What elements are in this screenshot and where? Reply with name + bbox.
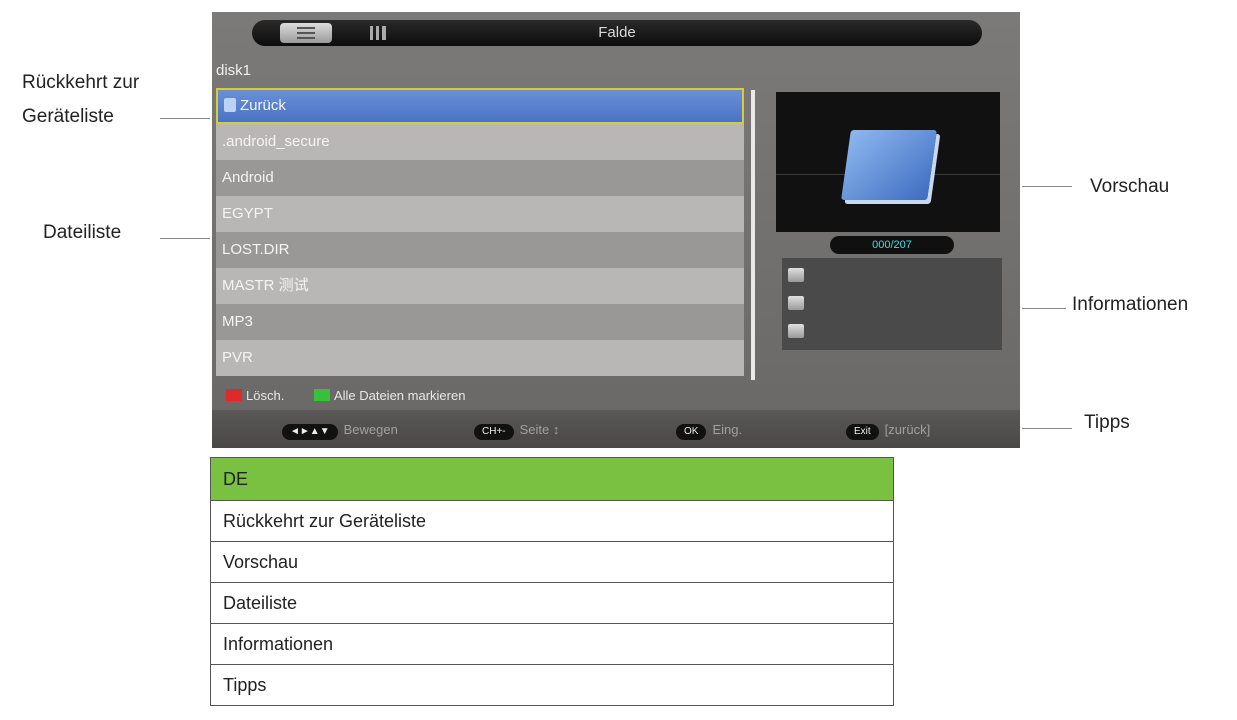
hint-key: ◄►▲▼ <box>282 424 338 440</box>
file-list: Zurück .android_secure Android EGYPT LOS… <box>216 88 744 376</box>
hint-ok: OK Eing. <box>676 422 742 440</box>
folder-icon <box>841 130 937 200</box>
hint-move: ◄►▲▼ Bewegen <box>282 422 398 440</box>
file-name: MP3 <box>222 313 253 330</box>
green-key-icon <box>313 389 330 401</box>
hint-key: CH+- <box>474 424 514 440</box>
callout-preview-line <box>1022 186 1072 187</box>
table-row: Vorschau <box>211 541 893 582</box>
color-key-bar: Lösch. Alle Dateien markieren <box>226 388 465 403</box>
callout-info: Informationen <box>1072 294 1189 315</box>
table-header: DE <box>211 458 893 500</box>
drive-icon <box>788 324 804 338</box>
folder-title: Falde <box>598 24 636 41</box>
scrollbar[interactable] <box>751 90 755 380</box>
size-badge: 000/207 <box>830 236 954 254</box>
file-name: Android <box>222 169 274 186</box>
hint-label: [zurück] <box>884 422 931 437</box>
legend-table: DE Rückkehrt zur Geräteliste Vorschau Da… <box>210 457 894 706</box>
callout-tips-line <box>1022 428 1072 429</box>
disk-icon <box>788 296 804 310</box>
hint-key: Exit <box>846 424 879 440</box>
hint-exit: Exit [zurück] <box>846 422 930 440</box>
file-row-back[interactable]: Zurück <box>216 88 744 124</box>
file-row[interactable]: LOST.DIR <box>216 232 744 268</box>
hint-label: Bewegen <box>343 422 398 437</box>
tv-screen: Falde disk1 Zurück .android_secure Andro… <box>212 12 1020 448</box>
file-row[interactable]: .android_secure <box>216 124 744 160</box>
file-row[interactable]: Android <box>216 160 744 196</box>
preview-pane <box>776 92 1000 232</box>
callout-file-list: Dateiliste <box>43 222 122 243</box>
file-name: PVR <box>222 349 253 366</box>
callout-back-line1: Rückkehrt zur <box>22 72 140 93</box>
title-bar: Falde <box>252 20 982 46</box>
hint-label: Eing. <box>712 422 743 437</box>
file-row[interactable]: EGYPT <box>216 196 744 232</box>
file-name: LOST.DIR <box>222 241 290 258</box>
callout-tips: Tipps <box>1084 412 1130 433</box>
hint-bar: ◄►▲▼ Bewegen CH+- Seite ↕ OK Eing. Exit [zur… <box>212 410 1020 448</box>
file-row[interactable]: MASTR 测试 <box>216 268 744 304</box>
file-name: EGYPT <box>222 205 273 222</box>
back-icon <box>224 98 236 112</box>
callout-back-line2: Geräteliste <box>22 106 114 127</box>
info-panel <box>782 258 1002 350</box>
red-key-label: Lösch. <box>246 388 285 403</box>
hint-key: OK <box>676 424 707 440</box>
hint-label: Seite ↕ <box>519 422 560 437</box>
file-name: Zurück <box>240 97 286 114</box>
red-key-icon <box>226 389 242 401</box>
hint-page: CH+- Seite ↕ <box>474 422 559 440</box>
file-icon <box>788 268 804 282</box>
file-name: .android_secure <box>222 133 330 150</box>
callout-file-list-line <box>160 238 210 239</box>
table-row: Rückkehrt zur Geräteliste <box>211 500 893 541</box>
table-row: Informationen <box>211 623 893 664</box>
table-row: Tipps <box>211 664 893 705</box>
file-row[interactable]: PVR <box>216 340 744 376</box>
callout-preview: Vorschau <box>1090 176 1170 197</box>
file-row[interactable]: MP3 <box>216 304 744 340</box>
callout-info-line <box>1022 308 1066 309</box>
table-row: Dateiliste <box>211 582 893 623</box>
disk-label: disk1 <box>216 62 252 79</box>
green-key-label: Alle Dateien markieren <box>333 388 466 403</box>
file-name: MASTR 测试 <box>222 277 309 294</box>
callout-back-line <box>160 118 210 119</box>
